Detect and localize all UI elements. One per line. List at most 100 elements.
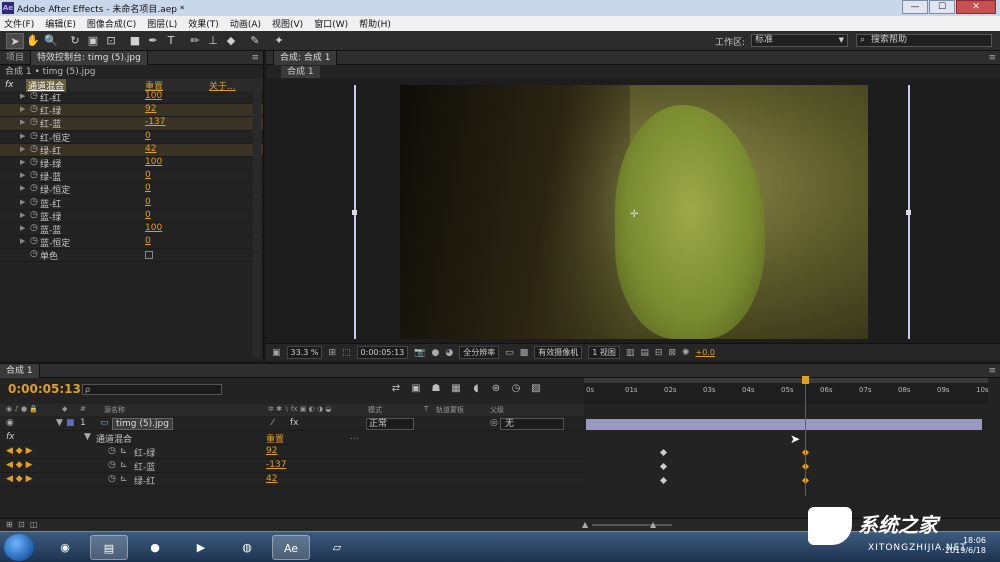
graph-icon[interactable]: ⊾ — [120, 460, 128, 470]
layer-name[interactable]: timg (5).jpg — [112, 418, 173, 430]
close-button[interactable]: ✕ — [956, 0, 996, 14]
browser-icon[interactable]: ◍ — [228, 535, 266, 560]
panel-menu-icon[interactable]: ≡ — [251, 51, 259, 65]
menu-view[interactable]: 视图(V) — [272, 17, 303, 30]
menu-edit[interactable]: 编辑(E) — [45, 17, 76, 30]
time-zoom-slider[interactable] — [592, 524, 672, 526]
expand-triangle-icon[interactable]: ▶ — [20, 118, 25, 126]
toggle-in-out-icon[interactable]: ◫ — [30, 520, 38, 529]
stopwatch-icon[interactable]: ◷ — [30, 131, 38, 141]
file-explorer-icon[interactable]: ▤ — [90, 535, 128, 560]
always-preview-icon[interactable]: ▣ — [272, 348, 281, 358]
keyframe-navigator-icon[interactable]: ◀ ◆ ▶ — [6, 460, 33, 470]
menu-composition[interactable]: 图像合成(C) — [87, 17, 136, 30]
lock-icon[interactable] — [266, 50, 274, 65]
property-value[interactable]: 92 — [145, 104, 156, 114]
frame-blending-icon[interactable]: ▦ — [446, 383, 466, 394]
subtab-comp-1[interactable]: 合成 1 — [281, 65, 320, 78]
brainstorm-icon[interactable]: ⊛ — [486, 383, 506, 394]
pan-behind-tool-icon[interactable]: ⊡ — [102, 33, 120, 49]
property-value[interactable]: 42 — [266, 474, 277, 484]
transform-handle[interactable] — [352, 210, 357, 215]
timeline-icon[interactable]: ⊟ — [655, 348, 663, 358]
maximize-button[interactable]: ☐ — [929, 0, 955, 14]
tab-effect-controls[interactable]: 特效控制台: timg (5).jpg — [31, 50, 148, 65]
effect-name[interactable]: 通道混合 — [96, 432, 132, 445]
keyframe-navigator-icon[interactable]: ◀ ◆ ▶ — [6, 474, 33, 484]
panel-menu-icon[interactable]: ≡ — [988, 51, 996, 65]
puppet-pin-tool-icon[interactable]: ✦ — [270, 33, 288, 49]
text-tool-icon[interactable]: T — [162, 33, 180, 49]
workspace-select[interactable]: 标准 ▼ — [751, 34, 848, 47]
menu-help[interactable]: 帮助(H) — [359, 17, 391, 30]
property-value[interactable]: 100 — [145, 223, 162, 233]
keyframe[interactable] — [660, 448, 668, 457]
pen-tool-icon[interactable]: ✒ — [144, 33, 162, 49]
toggle-switches-icon[interactable]: ⊞ — [6, 520, 13, 529]
stopwatch-icon[interactable]: ◷ — [30, 104, 38, 114]
property-value[interactable]: 92 — [266, 446, 277, 456]
draft-3d-icon[interactable]: ▣ — [406, 383, 426, 394]
expand-triangle-icon[interactable]: ▶ — [20, 171, 25, 179]
after-effects-taskbar-icon[interactable]: Ae — [272, 535, 310, 560]
expand-triangle-icon[interactable]: ▶ — [20, 105, 25, 113]
shy-layers-icon[interactable]: ☗ — [426, 383, 446, 394]
about-link[interactable]: 关于... — [209, 79, 236, 92]
brush-tool-icon[interactable]: ✏ — [186, 33, 204, 49]
effect-options[interactable]: ... — [350, 432, 359, 442]
zoom-out-icon[interactable]: ▲ — [582, 520, 588, 529]
menu-layer[interactable]: 图层(L) — [147, 17, 177, 30]
property-value[interactable]: -137 — [266, 460, 286, 470]
expand-triangle-icon[interactable]: ▼ — [56, 418, 63, 428]
expand-triangle-icon[interactable]: ▶ — [20, 184, 25, 192]
show-snapshot-icon[interactable]: ● — [431, 348, 439, 358]
hand-tool-icon[interactable]: ✋ — [24, 33, 42, 49]
transparency-grid-icon[interactable]: ▩ — [520, 348, 529, 358]
stopwatch-icon[interactable]: ◷ — [30, 236, 38, 246]
document-icon[interactable]: ▱ — [318, 535, 356, 560]
stopwatch-icon[interactable]: ◷ — [30, 249, 38, 259]
search-help-input[interactable]: ⌕ 搜索帮助 — [856, 34, 992, 47]
region-of-interest-icon[interactable]: ▭ — [505, 348, 514, 358]
motion-blur-icon[interactable]: ◖ — [466, 383, 486, 394]
stopwatch-icon[interactable]: ◷ — [30, 223, 38, 233]
menu-animation[interactable]: 动画(A) — [230, 17, 261, 30]
composition-mini-flowchart-icon[interactable]: ⇄ — [386, 383, 406, 394]
stopwatch-icon[interactable]: ◷ — [108, 474, 116, 484]
reset-exposure-icon[interactable]: ✺ — [682, 348, 690, 358]
roto-brush-tool-icon[interactable]: ✎ — [246, 33, 264, 49]
magnification-select[interactable]: 33.3 % — [286, 346, 323, 359]
firefox-icon[interactable]: ● — [136, 535, 174, 560]
anchor-point-icon[interactable]: ✛ — [630, 209, 638, 220]
selection-tool-icon[interactable]: ➤ — [6, 32, 24, 49]
property-value[interactable]: 0 — [145, 170, 151, 180]
keyframe[interactable] — [660, 462, 668, 471]
panel-menu-icon[interactable]: ≡ — [988, 364, 996, 378]
expand-triangle-icon[interactable]: ▶ — [20, 132, 25, 140]
exposure-value[interactable]: +0.0 — [696, 348, 715, 357]
blend-mode-select[interactable]: 正常 — [366, 418, 414, 430]
camera-tool-icon[interactable]: ▣ — [84, 33, 102, 49]
graph-icon[interactable]: ⊾ — [120, 474, 128, 484]
rotate-tool-icon[interactable]: ↻ — [66, 33, 84, 49]
property-value[interactable]: 0 — [145, 131, 151, 141]
label-color-icon[interactable]: ■ — [66, 418, 75, 428]
graph-icon[interactable]: ⊾ — [120, 446, 128, 456]
stopwatch-icon[interactable]: ◷ — [108, 446, 116, 456]
expand-triangle-icon[interactable]: ▶ — [20, 237, 25, 245]
eraser-tool-icon[interactable]: ◆ — [222, 33, 240, 49]
pick-whip-icon[interactable]: ◎ — [490, 418, 498, 428]
layer-duration-bar[interactable] — [586, 419, 982, 430]
tab-project[interactable]: 项目 — [0, 50, 32, 65]
expand-triangle-icon[interactable]: ▶ — [20, 92, 25, 100]
expand-triangle-icon[interactable]: ▶ — [20, 224, 25, 232]
stopwatch-icon[interactable]: ◷ — [30, 91, 38, 101]
graph-editor-icon[interactable]: ▨ — [526, 383, 546, 394]
expand-triangle-icon[interactable]: ▶ — [20, 158, 25, 166]
menu-window[interactable]: 窗口(W) — [314, 17, 348, 30]
composition-viewer[interactable]: ✛ — [266, 79, 1000, 343]
property-value[interactable]: 0 — [145, 210, 151, 220]
flowchart-icon[interactable]: ⊠ — [668, 348, 676, 358]
reset-link[interactable]: 重置 — [266, 432, 284, 445]
expand-triangle-icon[interactable]: ▼ — [84, 432, 91, 442]
